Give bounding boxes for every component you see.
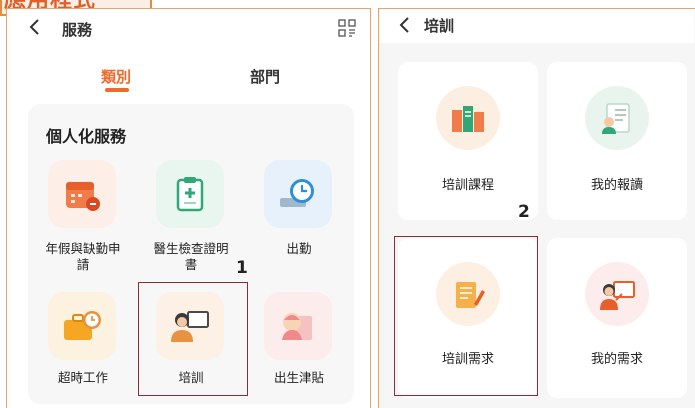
presenter-board-icon [585,262,649,326]
step-marker-2: 2 [518,202,530,222]
service-birth-allowance[interactable] [264,292,332,360]
service-attendance[interactable] [264,160,332,228]
tab-category[interactable]: 類別 [101,66,131,87]
active-tab-indicator [105,88,129,92]
card-label: 培訓課程 [441,178,494,193]
page-title: 服務 [62,21,93,39]
card-label: 我的需求 [590,352,643,367]
books-icon [436,86,500,150]
back-icon[interactable] [28,17,42,41]
baby-icon [264,292,332,360]
service-annual-leave[interactable] [48,160,116,228]
highlight-box-training-needs [394,236,538,396]
step-marker-1: 1 [236,258,248,278]
card-label: 我的報讀 [590,178,643,193]
briefcase-clock-icon [48,292,116,360]
tab-department[interactable]: 部門 [250,66,280,87]
service-medical-certificate[interactable] [156,160,224,228]
service-label: 出勤 [286,241,312,256]
section-title: 個人化服務 [46,127,127,146]
service-label: 醫生檢查證明書 [153,241,229,272]
calendar-icon [48,160,116,228]
medical-certificate-icon [156,160,224,228]
clock-laptop-icon [264,160,332,228]
back-icon[interactable] [398,16,412,38]
page-title: 培訓 [424,17,455,35]
service-label: 出生津貼 [273,370,324,385]
service-label: 超時工作 [57,370,108,385]
form-person-icon [585,86,649,150]
service-label: 年假與缺勤申請 [45,241,121,272]
service-overtime[interactable] [48,292,116,360]
scan-icon[interactable] [338,19,356,41]
highlight-box-training [138,282,248,396]
